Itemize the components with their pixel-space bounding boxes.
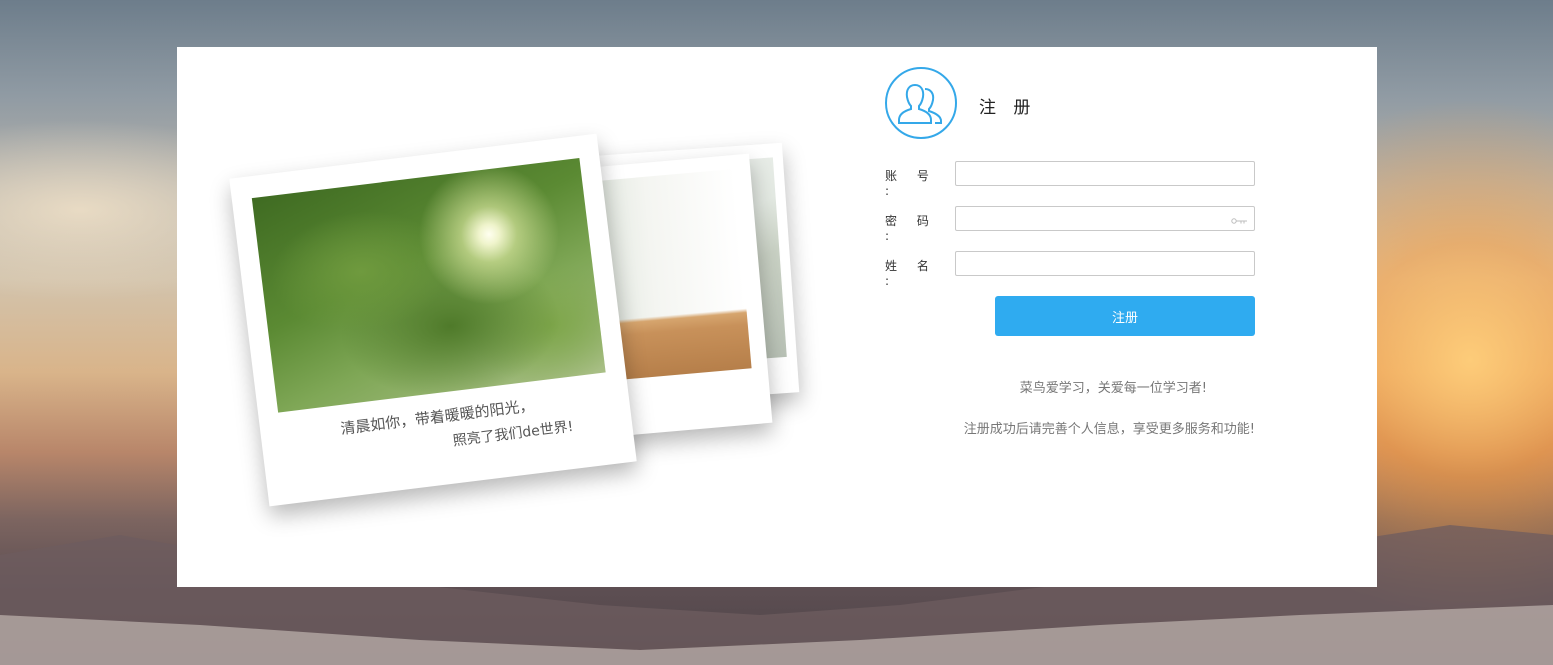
slogan-text: 菜鸟爱学习，关爱每一位学习者! (1019, 381, 1207, 396)
name-input[interactable] (955, 251, 1255, 276)
account-label: 账 号 : (885, 169, 937, 198)
register-button[interactable]: 注册 (995, 296, 1255, 336)
register-hint-text: 注册成功后请完善个人信息，享受更多服务和功能! (963, 422, 1255, 437)
register-card: 清晨如你，带着暖暖的阳光， 照亮了我们de世界! 注 册 账 号 : 密 码 :… (177, 47, 1377, 587)
password-label: 密 码 : (885, 214, 937, 243)
avatar (885, 67, 957, 139)
photo-front-image (251, 157, 606, 413)
key-icon (1231, 218, 1247, 224)
name-label: 姓 名 : (885, 259, 937, 288)
page-title: 注 册 (979, 98, 1037, 118)
password-input[interactable] (955, 206, 1255, 231)
account-input[interactable] (955, 161, 1255, 186)
photo-front: 清晨如你，带着暖暖的阳光， 照亮了我们de世界! (229, 133, 637, 507)
users-icon (898, 83, 942, 124)
register-form: 注 册 账 号 : 密 码 : 姓 名 : 注册 菜鸟爱学习，关爱每一位学习者!… (877, 47, 1377, 587)
